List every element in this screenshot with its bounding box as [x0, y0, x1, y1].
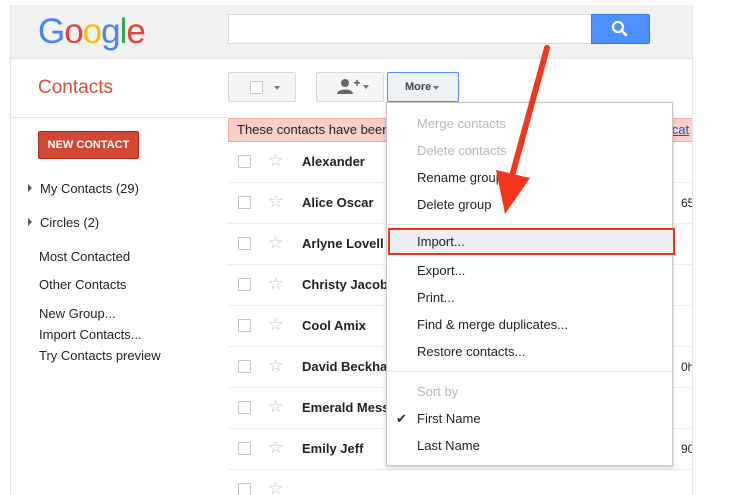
red-arrow-annotation [496, 45, 550, 214]
